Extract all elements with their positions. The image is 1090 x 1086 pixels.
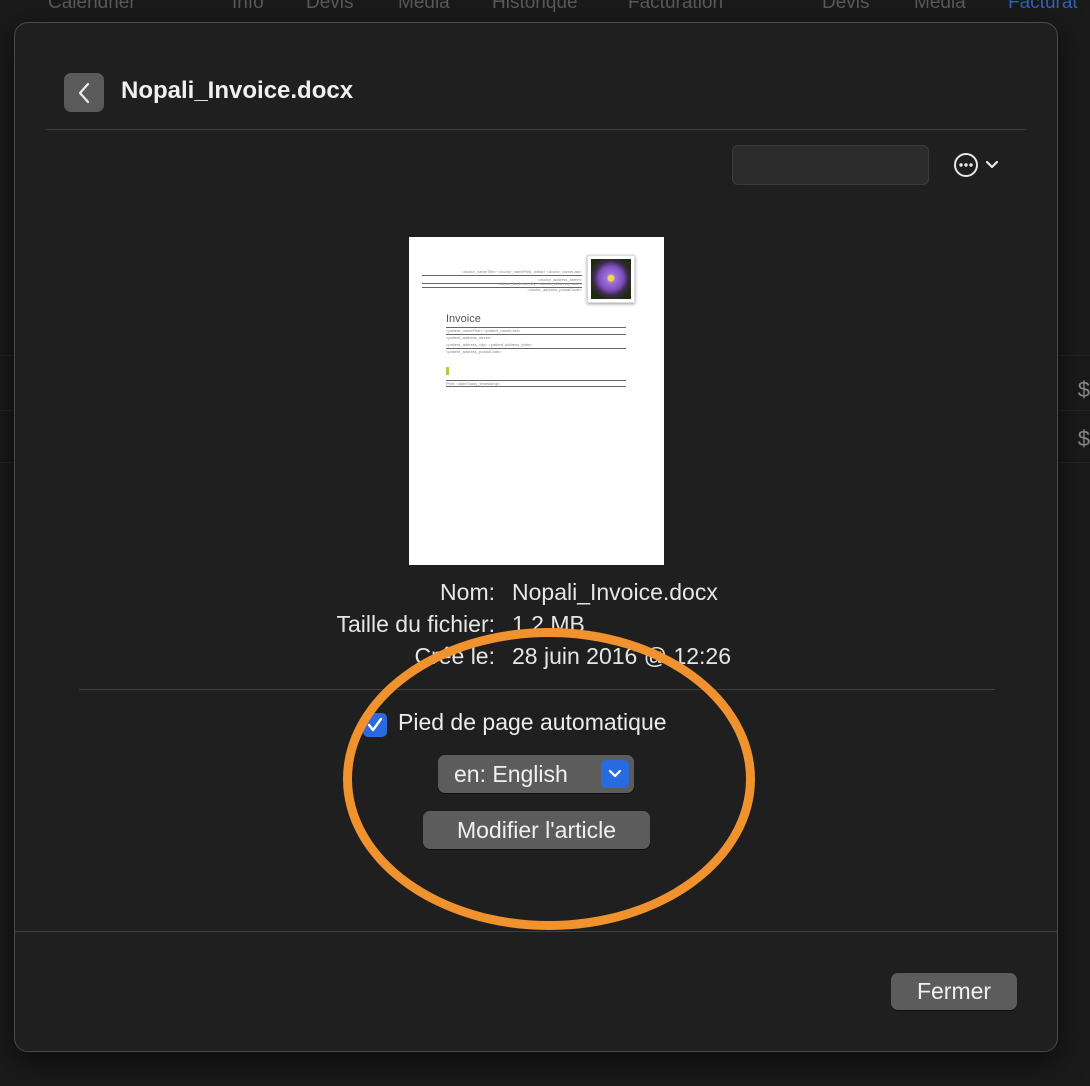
background-tab: Media [398, 0, 450, 13]
doc-header-line: <doctor_nameTitle> <doctor_nameFirst_Ini… [461, 269, 582, 274]
popup-arrow [601, 760, 629, 788]
back-button[interactable] [64, 73, 104, 112]
doc-rule [422, 275, 582, 276]
created-label: Créé le: [414, 643, 495, 669]
background-tab: Historique [492, 0, 578, 13]
info-divider [79, 689, 995, 690]
doc-header-line: <doctor_address_postalCode> [527, 287, 582, 292]
language-select[interactable]: en: English [438, 755, 634, 793]
document-preview[interactable]: <doctor_nameTitle> <doctor_nameFirst_Ini… [409, 237, 664, 565]
background-tab: Devis [822, 0, 870, 13]
background-tab: Devis [306, 0, 354, 13]
search-input[interactable] [732, 145, 929, 185]
background-tab: Facturat [1008, 0, 1078, 13]
ellipsis-circle-icon [954, 153, 978, 177]
background-tab: Info [232, 0, 264, 13]
doc-body-line: <patient_address_postalCode> [446, 349, 502, 354]
checkmark-icon [367, 717, 383, 732]
doc-body-line: <patient_address_street> [446, 335, 492, 340]
chevron-down-icon [608, 769, 622, 778]
doc-body-line: <patient_address_city> <patient_address_… [446, 342, 533, 347]
chevron-down-icon [985, 160, 999, 169]
name-value: Nopali_Invoice.docx [512, 579, 718, 605]
more-actions-menu[interactable] [953, 151, 1009, 179]
doc-header-line: <doctor_address_city> <doctor_address_st… [497, 281, 582, 286]
language-select-value: en: English [454, 761, 568, 787]
created-value: 28 juin 2016 @ 12:26 [512, 643, 732, 669]
doc-rule [446, 386, 626, 387]
edit-item-button[interactable]: Modifier l'article [423, 811, 650, 849]
chevron-left-icon [78, 82, 90, 103]
background-tab: Media [914, 0, 966, 13]
close-button[interactable]: Fermer [891, 973, 1017, 1010]
doc-invoice-heading: Invoice [446, 313, 481, 325]
flower-photo [587, 255, 635, 303]
doc-body-line: <patient_nameFirst> <patient_nameLast> [446, 328, 521, 333]
auto-footer-label[interactable]: Pied de page automatique [398, 709, 667, 736]
file-size-value: 1.2 MB [512, 611, 585, 637]
background-tab-bar: Calendrier Info Devis Media Historique F… [0, 0, 1090, 20]
background-tab: Facturation [628, 0, 724, 13]
file-info-sheet: Nopali_Invoice.docx <doctor_nameTitle> <… [14, 22, 1058, 1052]
doc-marker [446, 367, 449, 375]
header-divider [46, 129, 1026, 130]
auto-footer-checkbox[interactable] [363, 713, 387, 737]
file-size-label: Taille du fichier: [336, 611, 495, 637]
name-label: Nom: [440, 579, 495, 605]
background-currency: $ [1077, 377, 1090, 402]
background-currency: $ [1077, 426, 1090, 451]
sheet-title: Nopali_Invoice.docx [121, 77, 354, 104]
footer-divider [15, 931, 1057, 932]
background-tab: Calendrier [48, 0, 136, 13]
